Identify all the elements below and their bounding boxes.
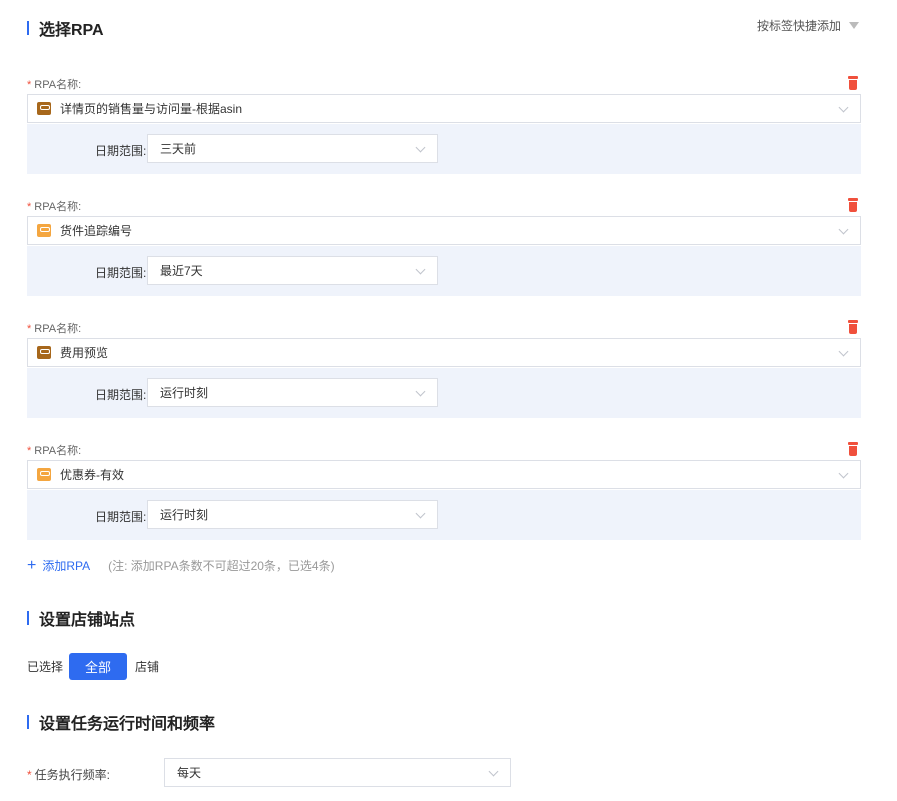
rpa-name-value: 优惠券-有效 — [60, 468, 124, 482]
chevron-down-icon — [488, 766, 499, 777]
rpa-app-icon — [37, 224, 51, 237]
rpa-name-label: * RPA名称: — [27, 201, 82, 213]
date-range-label: 日期范围: — [95, 266, 147, 280]
title-accent-bar — [27, 21, 29, 35]
rpa-app-icon — [37, 346, 51, 359]
rpa-name-select[interactable]: 优惠券-有效 — [27, 460, 861, 489]
chevron-down-icon — [415, 142, 426, 153]
plus-icon[interactable]: + — [27, 557, 36, 573]
quick-add-by-tag-dropdown[interactable]: 按标签快捷添加 — [757, 17, 859, 34]
rpa-name-label: * RPA名称: — [27, 323, 82, 335]
date-range-value: 运行时刻 — [160, 386, 209, 400]
chevron-down-icon — [838, 224, 849, 235]
date-range-value: 运行时刻 — [160, 508, 209, 522]
chevron-down-icon — [415, 264, 426, 275]
date-range-label: 日期范围: — [95, 144, 147, 158]
required-mark: * — [27, 201, 32, 213]
rpa-name-select[interactable]: 详情页的销售量与访问量-根据asin — [27, 94, 861, 123]
date-range-value: 最近7天 — [160, 264, 203, 278]
required-mark: * — [27, 445, 32, 457]
rpa-app-icon — [37, 102, 51, 115]
trash-icon[interactable] — [847, 76, 859, 90]
date-range-select[interactable]: 运行时刻 — [147, 378, 438, 407]
chevron-down-icon — [415, 386, 426, 397]
rpa-name-label: * RPA名称: — [27, 445, 82, 457]
store-selection-row: 已选择 全部 店铺 — [27, 653, 159, 680]
date-range-panel: 日期范围: 三天前 — [27, 124, 861, 174]
rpa-name-select[interactable]: 费用预览 — [27, 338, 861, 367]
rpa-name-value: 费用预览 — [60, 346, 109, 360]
trash-icon[interactable] — [847, 320, 859, 334]
chevron-down-icon — [415, 508, 426, 519]
rpa-section-title-text: 选择RPA — [39, 22, 104, 39]
add-rpa-link[interactable]: 添加RPA — [42, 557, 90, 574]
frequency-label: * 任务执行频率: — [27, 768, 111, 782]
date-range-value: 三天前 — [160, 142, 197, 156]
date-range-select[interactable]: 三天前 — [147, 134, 438, 163]
date-range-label: 日期范围: — [95, 388, 147, 402]
title-accent-bar — [27, 611, 29, 625]
required-mark: * — [27, 79, 32, 91]
rpa-name-value: 详情页的销售量与访问量-根据asin — [60, 102, 243, 116]
date-range-select[interactable]: 最近7天 — [147, 256, 438, 285]
chevron-down-icon — [838, 102, 849, 113]
required-mark: * — [27, 323, 32, 335]
rpa-name-label: * RPA名称: — [27, 79, 82, 91]
trash-icon[interactable] — [847, 198, 859, 212]
caret-down-icon — [849, 22, 859, 29]
date-range-panel: 日期范围: 运行时刻 — [27, 368, 861, 418]
store-suffix-text: 店铺 — [135, 660, 160, 674]
date-range-panel: 日期范围: 最近7天 — [27, 246, 861, 296]
chevron-down-icon — [838, 468, 849, 479]
quick-add-label: 按标签快捷添加 — [756, 19, 841, 33]
schedule-section-title: 设置任务运行时间和频率 — [27, 710, 215, 734]
frequency-value: 每天 — [177, 766, 202, 780]
schedule-section-title-text: 设置任务运行时间和频率 — [39, 716, 216, 733]
add-rpa-note: (注: 添加RPA条数不可超过20条，已选4条) — [108, 559, 335, 573]
rpa-app-icon — [37, 468, 51, 481]
add-rpa-row: + 添加RPA (注: 添加RPA条数不可超过20条，已选4条) — [27, 557, 335, 574]
trash-icon[interactable] — [847, 442, 859, 456]
store-prefix-text: 已选择 — [27, 660, 64, 674]
date-range-panel: 日期范围: 运行时刻 — [27, 490, 861, 540]
date-range-select[interactable]: 运行时刻 — [147, 500, 438, 529]
rpa-section-title: 选择RPA — [27, 16, 104, 40]
rpa-name-value: 货件追踪编号 — [60, 224, 133, 238]
rpa-name-select[interactable]: 货件追踪编号 — [27, 216, 861, 245]
store-section-title: 设置店铺站点 — [27, 606, 135, 630]
chevron-down-icon — [838, 346, 849, 357]
all-stores-button[interactable]: 全部 — [69, 653, 128, 680]
store-section-title-text: 设置店铺站点 — [39, 612, 136, 629]
title-accent-bar — [27, 715, 29, 729]
date-range-label: 日期范围: — [95, 510, 147, 524]
required-mark: * — [27, 768, 32, 782]
frequency-select[interactable]: 每天 — [164, 758, 511, 787]
